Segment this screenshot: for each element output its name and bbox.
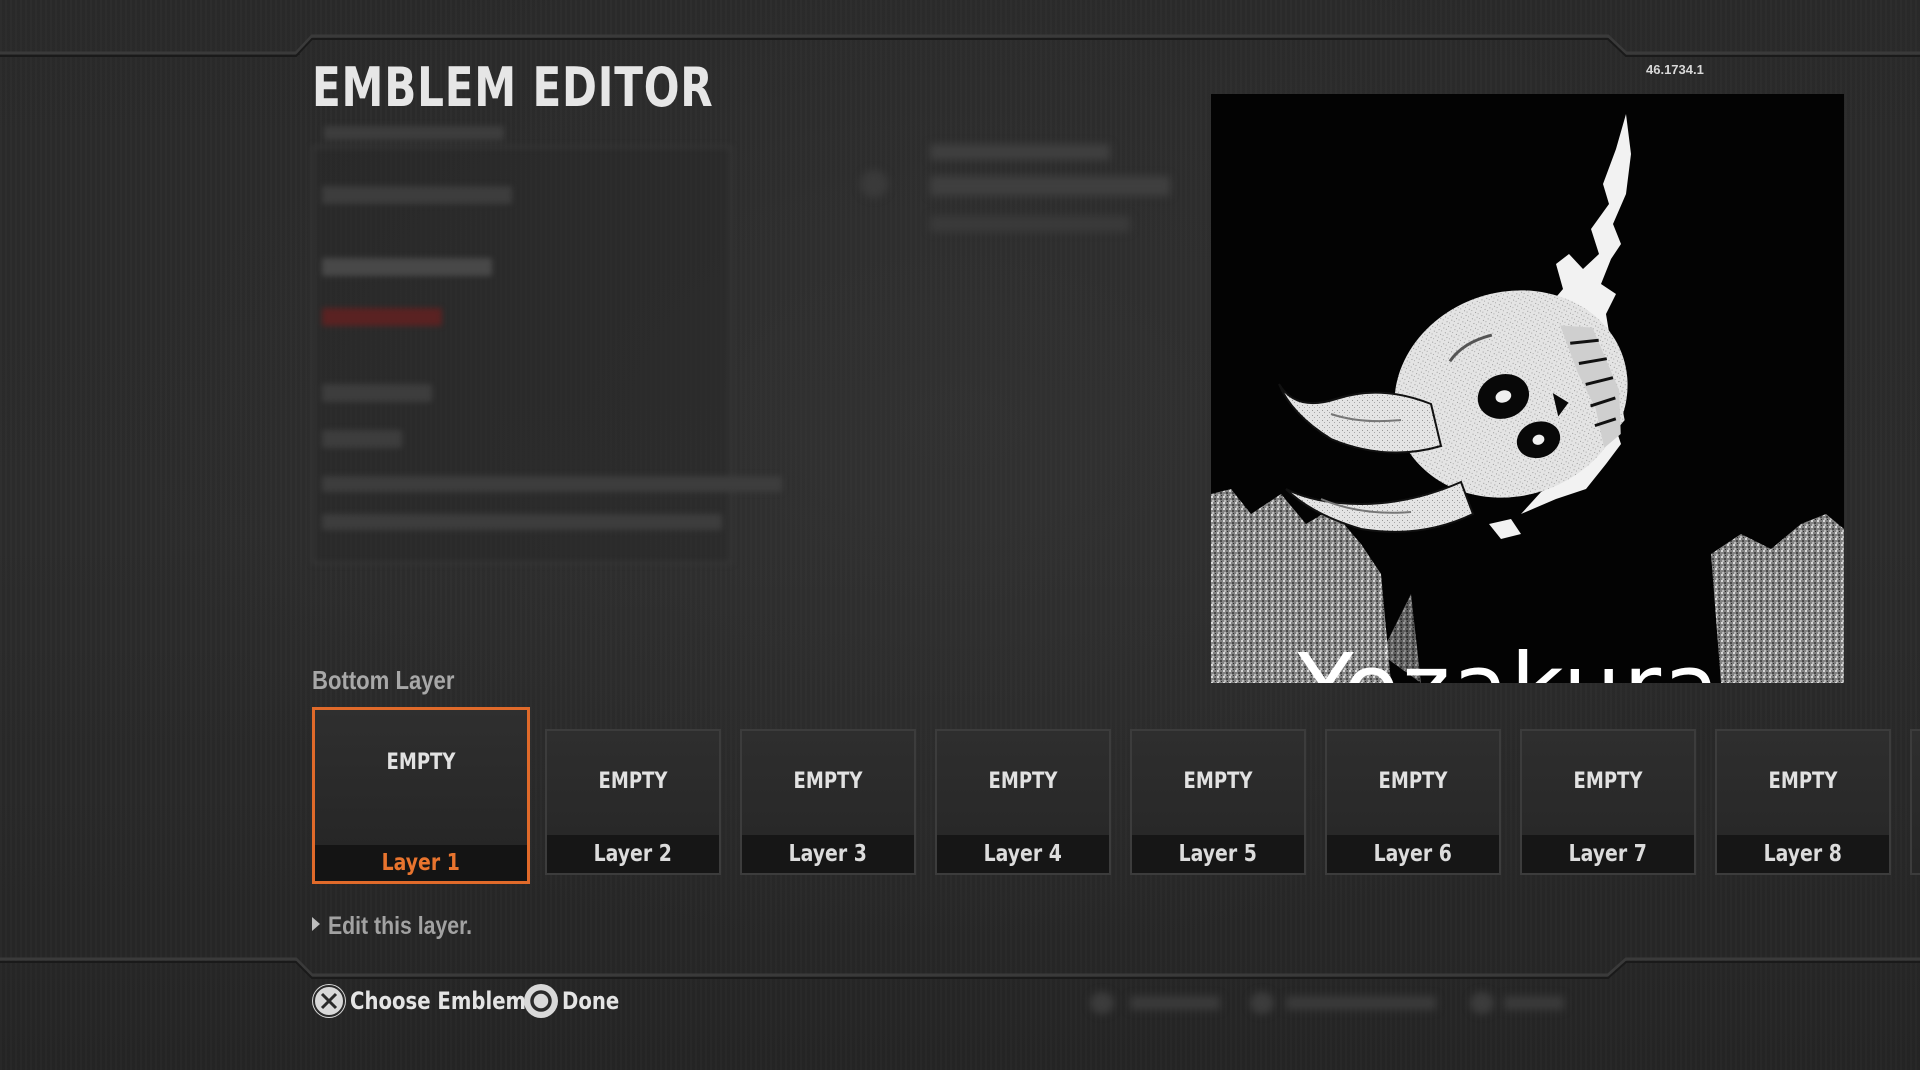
layer-slot-content: EMPTY	[386, 750, 456, 775]
circle-button-icon	[524, 984, 558, 1018]
done-button[interactable]: Done	[524, 982, 632, 1020]
horned-skull-icon	[1211, 94, 1844, 683]
layer-slot-label: Layer 8	[1717, 835, 1889, 873]
layer-slot-content: EMPTY	[1768, 769, 1838, 794]
layer-slot-label: Layer 5	[1132, 835, 1304, 873]
layer-slot-label: Layer 2	[547, 835, 719, 873]
layer-slot-next-partial[interactable]	[1910, 729, 1920, 875]
layer-slot-7[interactable]: EMPTY Layer 7	[1520, 729, 1696, 875]
layer-slot-4[interactable]: EMPTY Layer 4	[935, 729, 1111, 875]
blurred-stats	[860, 136, 1210, 246]
layer-slot-8[interactable]: EMPTY Layer 8	[1715, 729, 1891, 875]
cross-button-icon	[312, 984, 346, 1018]
layer-slot-label: Layer 6	[1327, 835, 1499, 873]
layer-slot-label: Layer 3	[742, 835, 914, 873]
emblem-preview: Yozakura	[1211, 94, 1844, 683]
layer-slot-content: EMPTY	[793, 769, 863, 794]
layer-slot-5[interactable]: EMPTY Layer 5	[1130, 729, 1306, 875]
layer-slot-label: Layer 7	[1522, 835, 1694, 873]
layer-slot-content: EMPTY	[1573, 769, 1643, 794]
layer-slot-2[interactable]: EMPTY Layer 2	[545, 729, 721, 875]
emblem-caption: Yozakura	[1211, 634, 1844, 683]
page-title: EMBLEM EDITOR	[312, 56, 714, 119]
layer-slot-label: Layer 1	[315, 845, 527, 881]
layer-slot-content: EMPTY	[988, 769, 1058, 794]
layer-slot-1[interactable]: EMPTY Layer 1	[312, 707, 530, 884]
blurred-info-panel	[312, 126, 782, 564]
layer-slot-6[interactable]: EMPTY Layer 6	[1325, 729, 1501, 875]
choose-emblem-label: Choose Emblem	[350, 987, 527, 1015]
edit-layer-hint: Edit this layer.	[312, 912, 498, 941]
emblem-editor-screen: EMBLEM EDITOR 46.1734.1 Bottom Layer EMP…	[0, 0, 1920, 1070]
layer-slot-content: EMPTY	[1183, 769, 1253, 794]
top-frame-bevel	[0, 34, 1920, 57]
layer-slot-content: EMPTY	[1378, 769, 1448, 794]
caret-right-icon	[312, 917, 320, 932]
layer-slot-content: EMPTY	[598, 769, 668, 794]
layer-slot-label: Layer 4	[937, 835, 1109, 873]
done-label: Done	[562, 987, 620, 1015]
bottom-frame-bevel	[0, 957, 1920, 979]
version-number: 46.1734.1	[1646, 62, 1704, 77]
blurred-prompts	[1090, 992, 1610, 1014]
layer-slot-3[interactable]: EMPTY Layer 3	[740, 729, 916, 875]
bottom-layer-label: Bottom Layer	[312, 665, 455, 695]
